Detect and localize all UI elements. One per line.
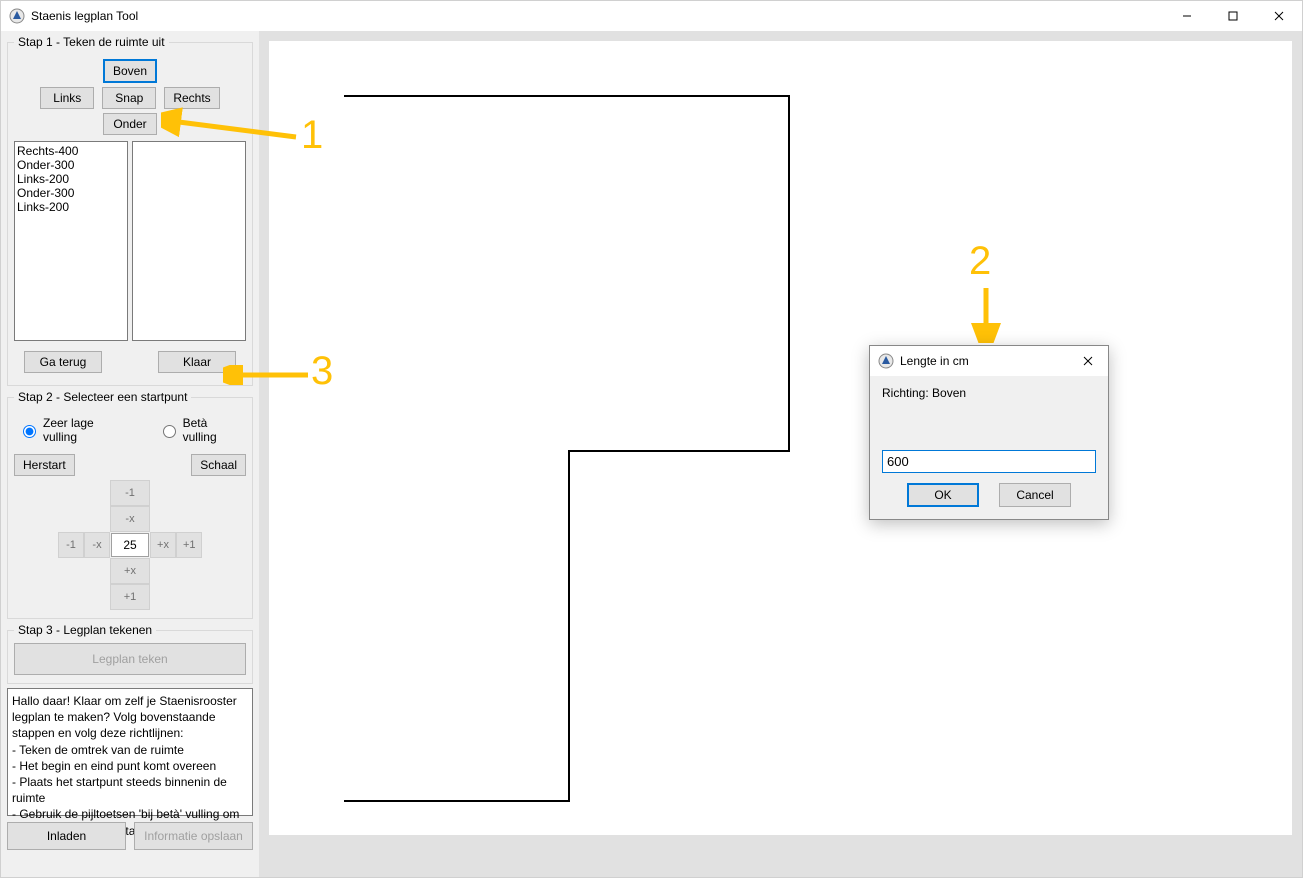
boven-button[interactable]: Boven [103,59,157,83]
dialog-ok-button[interactable]: OK [907,483,979,507]
room-outline [269,41,839,831]
step1-group: Stap 1 - Teken de ruimte uit Boven Links… [7,35,253,386]
window-controls [1164,1,1302,31]
dialog-cancel-button[interactable]: Cancel [999,483,1071,507]
dialog-app-icon [878,353,894,369]
list-item[interactable]: Onder-300 [17,186,125,200]
step-plus1-right[interactable]: +1 [176,532,202,558]
list-item[interactable]: Rechts-400 [17,144,125,158]
dialog-titlebar: Lengte in cm [870,346,1108,376]
step-value-input[interactable] [111,533,149,557]
close-button[interactable] [1256,1,1302,31]
step-minus1-top[interactable]: -1 [110,480,150,506]
maximize-button[interactable] [1210,1,1256,31]
dialog-title: Lengte in cm [900,354,969,368]
klaar-button[interactable]: Klaar [158,351,236,373]
legplan-teken-button[interactable]: Legplan teken [14,643,246,675]
length-input[interactable] [882,450,1096,473]
segments-listbox[interactable]: Rechts-400 Onder-300 Links-200 Onder-300… [14,141,128,341]
canvas-area [259,31,1302,877]
onder-button[interactable]: Onder [103,113,157,135]
step1-legend: Stap 1 - Teken de ruimte uit [14,35,169,49]
step2-group: Stap 2 - Selecteer een startpunt Zeer la… [7,390,253,619]
titlebar: Staenis legplan Tool [1,1,1302,31]
links-button[interactable]: Links [40,87,94,109]
info-text: Hallo daar! Klaar om zelf je Staenisroos… [12,694,243,838]
app-icon [9,8,25,24]
stepper-grid: -1 -x -1 -x +x +1 +x +1 [14,480,246,610]
radio-beta-input[interactable] [163,425,176,438]
window-title: Staenis legplan Tool [31,9,138,23]
herstart-button[interactable]: Herstart [14,454,75,476]
list-item[interactable]: Onder-300 [17,158,125,172]
step-plusx-right[interactable]: +x [150,532,176,558]
step3-legend: Stap 3 - Legplan tekenen [14,623,156,637]
schaal-button[interactable]: Schaal [191,454,246,476]
dialog-direction-label: Richting: Boven [882,386,1096,400]
radio-low-input[interactable] [23,425,36,438]
list-item[interactable]: Links-200 [17,200,125,214]
step-plusx-bottom[interactable]: +x [110,558,150,584]
drawing-canvas[interactable] [269,41,1292,835]
radio-low-fill[interactable]: Zeer lage vulling [18,416,128,444]
step2-legend: Stap 2 - Selecteer een startpunt [14,390,191,404]
ga-terug-button[interactable]: Ga terug [24,351,102,373]
informatie-opslaan-button[interactable]: Informatie opslaan [134,822,253,850]
step3-group: Stap 3 - Legplan tekenen Legplan teken [7,623,253,684]
info-textbox: Hallo daar! Klaar om zelf je Staenisroos… [7,688,253,816]
rechts-button[interactable]: Rechts [164,87,219,109]
list-item[interactable]: Links-200 [17,172,125,186]
step-plus1-bottom[interactable]: +1 [110,584,150,610]
secondary-listbox[interactable] [132,141,246,341]
step-minusx-top[interactable]: -x [110,506,150,532]
sidebar: Stap 1 - Teken de ruimte uit Boven Links… [1,31,259,877]
step-minus1-left[interactable]: -1 [58,532,84,558]
app-window: Staenis legplan Tool Stap 1 - Teken de r… [0,0,1303,878]
length-dialog: Lengte in cm Richting: Boven OK Cancel [869,345,1109,520]
radio-beta-fill[interactable]: Betà vulling [158,416,242,444]
inladen-button[interactable]: Inladen [7,822,126,850]
snap-button[interactable]: Snap [102,87,156,109]
step-minusx-left[interactable]: -x [84,532,110,558]
minimize-button[interactable] [1164,1,1210,31]
dialog-close-button[interactable] [1068,346,1108,376]
